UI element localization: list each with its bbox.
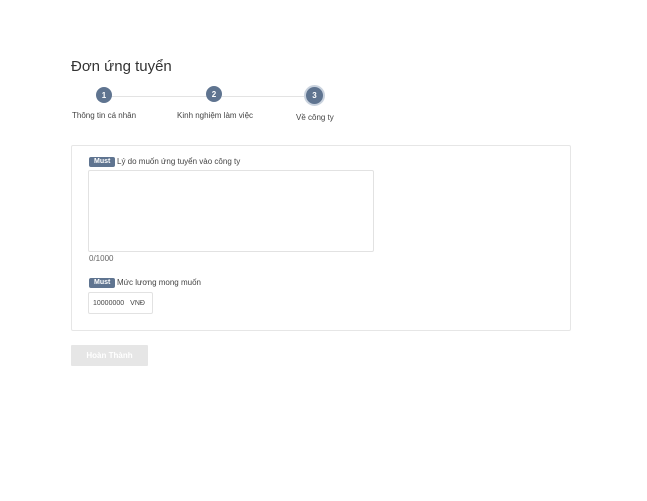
salary-unit: VNĐ	[130, 299, 145, 307]
salary-required-badge: Must	[89, 278, 116, 288]
complete-button[interactable]: Hoàn Thành	[71, 345, 148, 366]
application-form-card: Must Lý do muốn ứng tuyển vào công ty 0/…	[71, 145, 571, 331]
salary-label: Mức lương mong muốn	[117, 278, 201, 287]
step-connector	[222, 96, 306, 97]
reason-label: Lý do muốn ứng tuyển vào công ty	[117, 157, 241, 166]
step-1-indicator[interactable]: 1	[96, 87, 112, 103]
stepper: 1 Thông tin cá nhân 2 Kinh nghiệm làm vi…	[0, 0, 647, 130]
salary-input[interactable]: 10000000 VNĐ	[88, 292, 153, 314]
reason-required-badge: Must	[89, 157, 116, 167]
reason-textarea[interactable]	[88, 170, 374, 252]
step-3-indicator[interactable]: 3	[304, 85, 325, 106]
step-1-label[interactable]: Thông tin cá nhân	[72, 111, 136, 120]
step-connector	[111, 96, 207, 97]
step-3-label[interactable]: Về công ty	[296, 113, 334, 122]
salary-value: 10000000	[93, 299, 125, 307]
step-2-label[interactable]: Kinh nghiệm làm việc	[177, 111, 253, 120]
reason-char-counter: 0/1000	[89, 254, 114, 263]
step-2-indicator[interactable]: 2	[206, 86, 222, 102]
